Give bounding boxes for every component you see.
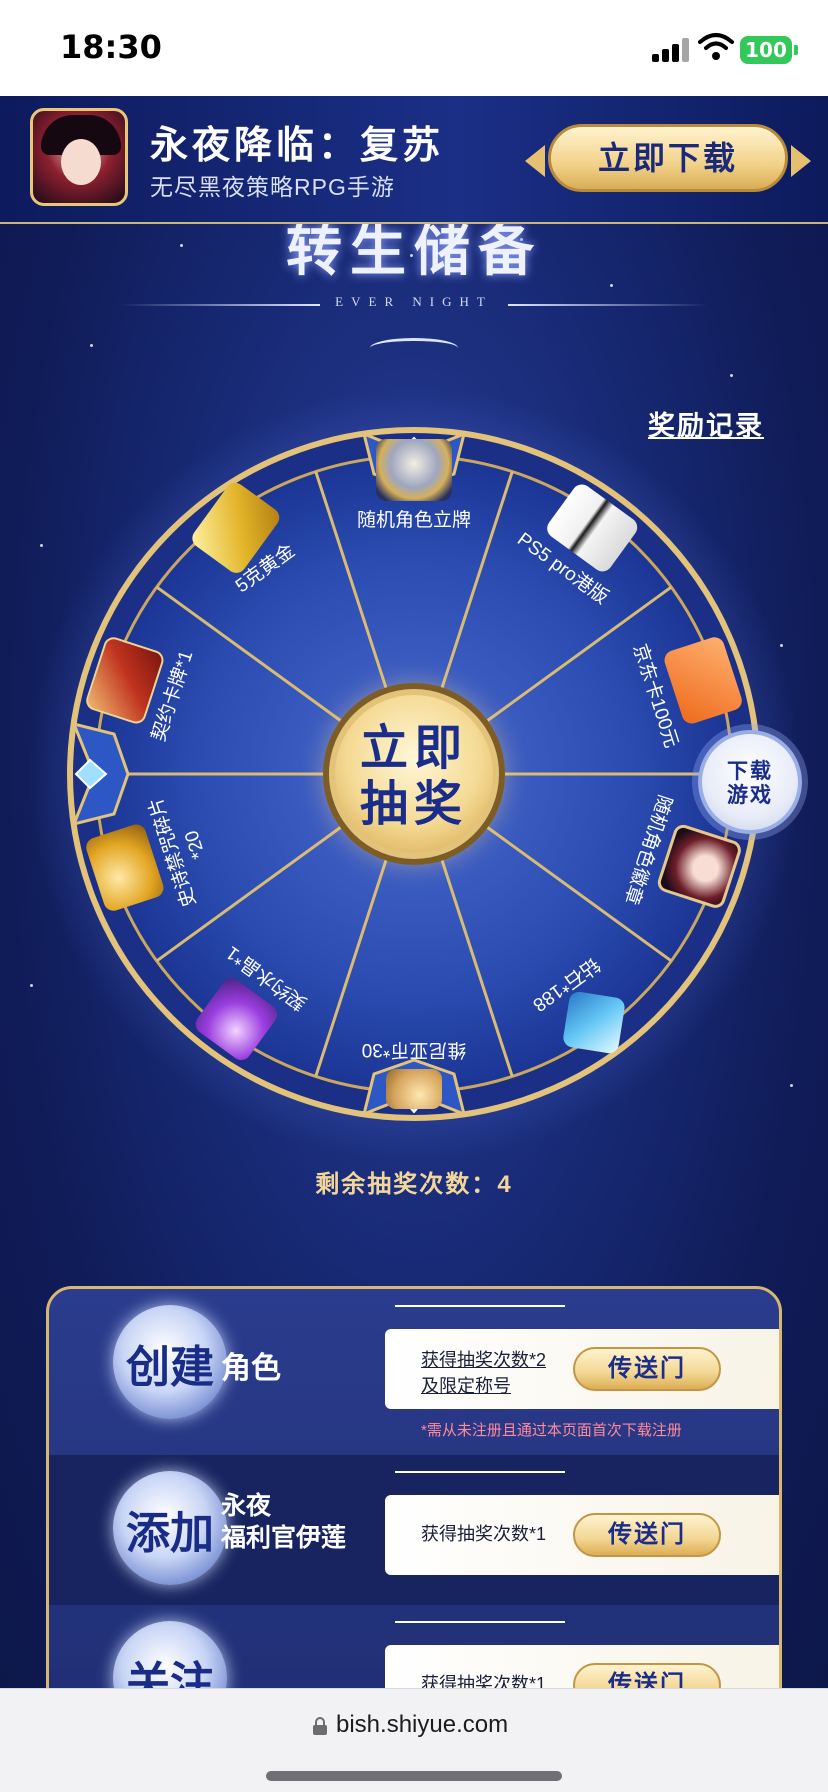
download-game-float-button[interactable]: 下载 游戏 xyxy=(698,730,802,834)
battery-icon: 100 xyxy=(740,36,792,64)
download-game-label-top: 下载 xyxy=(727,760,773,783)
banner-title: 永夜降临：复苏 xyxy=(150,125,445,167)
task-reward-desc: 获得抽奖次数*1 xyxy=(421,1674,547,1688)
task-add-welfare-officer: 添加 永夜 福利官伊莲 获得抽奖次数*1 传送门 xyxy=(49,1455,779,1605)
task-title-line2: 福利官伊莲 xyxy=(221,1525,347,1552)
task-title: 角色 xyxy=(221,1352,281,1385)
cellular-signal-icon xyxy=(652,38,692,62)
task-reward-desc: 获得抽奖次数*1 xyxy=(421,1524,547,1544)
portal-button[interactable]: 传送门 xyxy=(573,1347,721,1391)
diamond-icon xyxy=(562,990,627,1055)
task-reward-line2: 及限定称号 xyxy=(421,1376,511,1396)
prize-label: 维尼亚币*30 xyxy=(361,1039,467,1060)
task-badge-text: 创建 xyxy=(126,1343,214,1392)
url-text[interactable]: bish.shiyue.com xyxy=(336,1711,508,1739)
wifi-icon xyxy=(698,33,734,60)
task-card: 获得抽奖次数*1 传送门 xyxy=(385,1621,779,1688)
task-reward-desc[interactable]: 获得抽奖次数*2 及限定称号 xyxy=(421,1347,546,1399)
section-header: 转生储备 EVER NIGHT xyxy=(0,224,828,374)
draw-now-label-top: 立即 xyxy=(359,722,468,775)
section-title: 转生储备 xyxy=(286,224,542,283)
section-subtitle: EVER NIGHT xyxy=(335,294,493,309)
task-create-character: 创建 角色 获得抽奖次数*2 及限定称号 传送门 *需从未注册且通过本页面首次下… xyxy=(49,1289,779,1439)
draw-now-button[interactable]: 立即 抽奖 xyxy=(329,689,499,859)
divider-right xyxy=(508,304,708,306)
task-badge-text: 关注 xyxy=(126,1659,214,1688)
download-now-button[interactable]: 立即下载 xyxy=(525,124,811,192)
draw-now-label-bottom: 抽奖 xyxy=(359,778,468,831)
lottery-page: 转生储备 EVER NIGHT 奖励记录 随机角色立牌 PS5 pro港版 京东… xyxy=(0,224,828,1688)
task-panel: 创建 角色 获得抽奖次数*2 及限定称号 传送门 *需从未注册且通过本页面首次下… xyxy=(46,1286,782,1688)
remaining-draws-count: 4 xyxy=(497,1171,513,1198)
remaining-draws: 剩余抽奖次数：4 xyxy=(0,1164,828,1199)
app-download-banner[interactable]: 永夜降临：复苏 无尽黑夜策略RPG手游 立即下载 xyxy=(0,96,828,224)
browser-address-bar[interactable]: bish.shiyue.com xyxy=(0,1688,828,1792)
coin-icon xyxy=(386,1069,442,1109)
status-bar: 18:30 100 xyxy=(0,0,828,96)
task-title-line1: 永夜 xyxy=(221,1493,272,1520)
home-indicator[interactable] xyxy=(266,1771,562,1781)
task-follow: 关注 获得抽奖次数*1 传送门 xyxy=(49,1605,779,1688)
prize-wheel: 随机角色立牌 PS5 pro港版 京东卡100元 随机角色徽章 钻石*188 维尼亚币*3… xyxy=(24,384,804,1164)
task-title: 永夜 福利官伊莲 xyxy=(221,1491,346,1555)
download-game-label-bottom: 游戏 xyxy=(727,784,773,807)
battery-tip xyxy=(794,45,798,55)
task-reward-line1: 获得抽奖次数*2 xyxy=(421,1350,547,1370)
status-time: 18:30 xyxy=(60,28,162,66)
task-badge-text: 添加 xyxy=(126,1509,214,1558)
banner-subtitle: 无尽黑夜策略RPG手游 xyxy=(150,174,395,200)
lock-icon xyxy=(313,1717,327,1735)
ornament-icon xyxy=(370,338,458,358)
character-stand-icon xyxy=(376,439,452,501)
prize-label: 随机角色立牌 xyxy=(356,510,471,531)
app-icon xyxy=(30,108,128,206)
task-card: 获得抽奖次数*1 传送门 xyxy=(385,1471,779,1575)
task-card: 获得抽奖次数*2 及限定称号 传送门 xyxy=(385,1305,779,1409)
task-note: *需从未注册且通过本页面首次下载注册 xyxy=(421,1422,682,1439)
portal-button[interactable]: 传送门 xyxy=(573,1663,721,1688)
remaining-draws-label: 剩余抽奖次数： xyxy=(315,1171,498,1198)
portal-button[interactable]: 传送门 xyxy=(573,1513,721,1557)
